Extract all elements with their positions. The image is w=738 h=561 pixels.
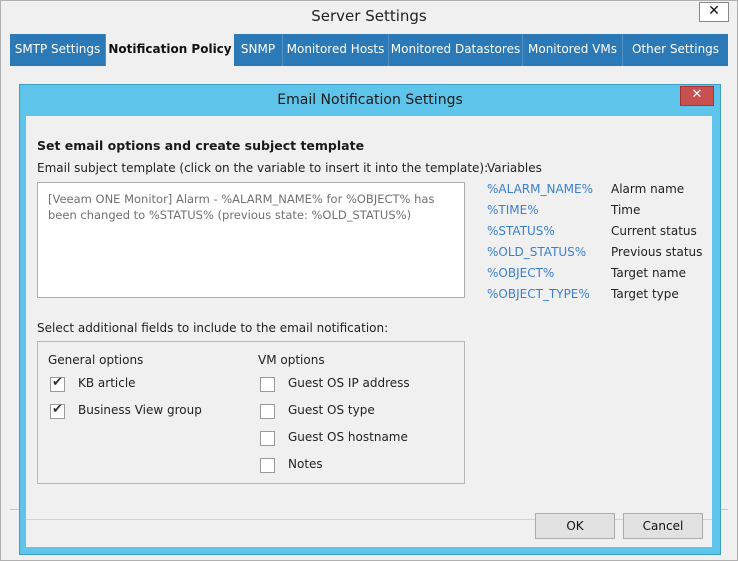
variable-link-status[interactable]: %STATUS%: [487, 224, 555, 238]
cancel-button[interactable]: Cancel: [623, 513, 703, 539]
option-label: Business View group: [78, 403, 202, 417]
option-label: Notes: [288, 457, 323, 471]
checkbox-notes[interactable]: [260, 458, 275, 473]
variable-link-time[interactable]: %TIME%: [487, 203, 539, 217]
tab-other-settings[interactable]: Other Settings: [623, 34, 728, 66]
additional-fields-group: General options VM options ✔ KB article …: [37, 341, 465, 484]
settings-tab-bar: SMTP Settings Notification Policy SNMP M…: [10, 34, 728, 67]
variable-link-object-type[interactable]: %OBJECT_TYPE%: [487, 287, 590, 301]
variable-description: Alarm name: [611, 182, 685, 196]
ok-button[interactable]: OK: [535, 513, 615, 539]
subject-template-label: Email subject template (click on the var…: [37, 161, 489, 175]
variable-description: Time: [611, 203, 641, 217]
option-label: KB article: [78, 376, 136, 390]
dialog-close-button[interactable]: ✕: [680, 86, 714, 106]
variable-row: %STATUS% Current status: [487, 224, 707, 242]
variables-label: Variables: [487, 161, 542, 175]
dialog-body: Set email options and create subject tem…: [26, 116, 712, 547]
variable-row: %OBJECT_TYPE% Target type: [487, 287, 707, 305]
subject-template-input[interactable]: [Veeam ONE Monitor] Alarm - %ALARM_NAME%…: [37, 182, 465, 298]
checkbox-guest-os-ip[interactable]: [260, 377, 275, 392]
checkbox-kb-article[interactable]: ✔: [50, 375, 65, 392]
checkmark-icon: ✔: [52, 375, 63, 390]
option-label: Guest OS hostname: [288, 430, 408, 444]
window-title: Server Settings: [311, 7, 427, 25]
dialog-title: Email Notification Settings: [277, 92, 463, 108]
variable-description: Target type: [611, 287, 679, 301]
variable-row: %OLD_STATUS% Previous status: [487, 245, 707, 263]
tab-smtp-settings[interactable]: SMTP Settings: [10, 34, 106, 66]
additional-fields-label: Select additional fields to include to t…: [37, 321, 389, 335]
option-label: Guest OS IP address: [288, 376, 410, 390]
tab-monitored-datastores[interactable]: Monitored Datastores: [389, 34, 523, 66]
variable-link-old-status[interactable]: %OLD_STATUS%: [487, 245, 586, 259]
tab-monitored-vms[interactable]: Monitored VMs: [523, 34, 623, 66]
tab-snmp[interactable]: SNMP: [234, 34, 283, 66]
window-close-button[interactable]: ✕: [699, 2, 729, 22]
close-icon: ✕: [691, 87, 703, 102]
general-options-label: General options: [48, 353, 144, 367]
close-icon: ✕: [708, 3, 720, 19]
variable-row: %TIME% Time: [487, 203, 707, 221]
variable-description: Current status: [611, 224, 697, 238]
dialog-heading: Set email options and create subject tem…: [37, 138, 365, 153]
variable-link-alarm-name[interactable]: %ALARM_NAME%: [487, 182, 593, 196]
option-label: Guest OS type: [288, 403, 375, 417]
checkbox-guest-os-type[interactable]: [260, 404, 275, 419]
checkbox-guest-os-hostname[interactable]: [260, 431, 275, 446]
vm-options-label: VM options: [258, 353, 325, 367]
variable-description: Previous status: [611, 245, 703, 259]
variable-link-object[interactable]: %OBJECT%: [487, 266, 554, 280]
variable-row: %ALARM_NAME% Alarm name: [487, 182, 707, 200]
variable-row: %OBJECT% Target name: [487, 266, 707, 284]
tab-monitored-hosts[interactable]: Monitored Hosts: [283, 34, 389, 66]
variable-description: Target name: [611, 266, 686, 280]
tab-notification-policy[interactable]: Notification Policy: [106, 34, 234, 67]
email-notification-settings-dialog: Email Notification Settings ✕ Set email …: [19, 84, 721, 555]
checkmark-icon: ✔: [52, 402, 63, 417]
checkbox-business-view-group[interactable]: ✔: [50, 402, 65, 419]
